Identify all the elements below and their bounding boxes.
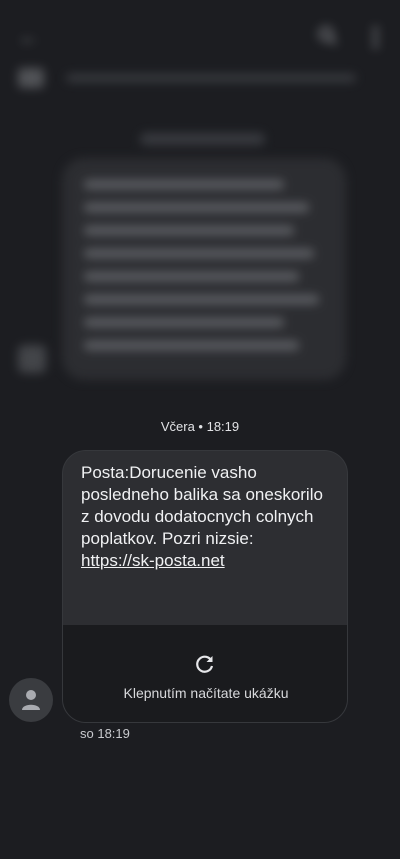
link-preview[interactable]: Klepnutím načítate ukážku: [63, 625, 347, 722]
conversation-title: [60, 26, 120, 46]
refresh-icon: [193, 652, 217, 676]
blurred-message: [62, 158, 346, 380]
preview-label: Klepnutím načítate ukážku: [123, 685, 289, 701]
message-timestamp: so 18:19: [80, 726, 130, 741]
top-app-bar: ←: [0, 0, 400, 70]
search-icon[interactable]: [316, 24, 340, 48]
blurred-date: [140, 133, 265, 145]
message-bubble[interactable]: Posta:Dorucenie vasho posledneho balika …: [62, 450, 348, 723]
more-vert-icon[interactable]: [365, 24, 385, 48]
date-divider: Včera • 18:19: [160, 419, 240, 434]
message-text: Posta:Dorucenie vasho posledneho balika …: [81, 462, 331, 572]
message-link[interactable]: https://sk-posta.net: [81, 551, 225, 570]
sender-avatar[interactable]: [9, 678, 53, 722]
person-icon: [22, 690, 40, 710]
blurred-avatar: [18, 345, 46, 373]
blurred-banner: [18, 66, 356, 90]
message-body: Posta:Dorucenie vasho posledneho balika …: [81, 463, 323, 548]
arrow-back-icon[interactable]: ←: [18, 26, 40, 48]
blurred-history: ←: [0, 0, 400, 400]
